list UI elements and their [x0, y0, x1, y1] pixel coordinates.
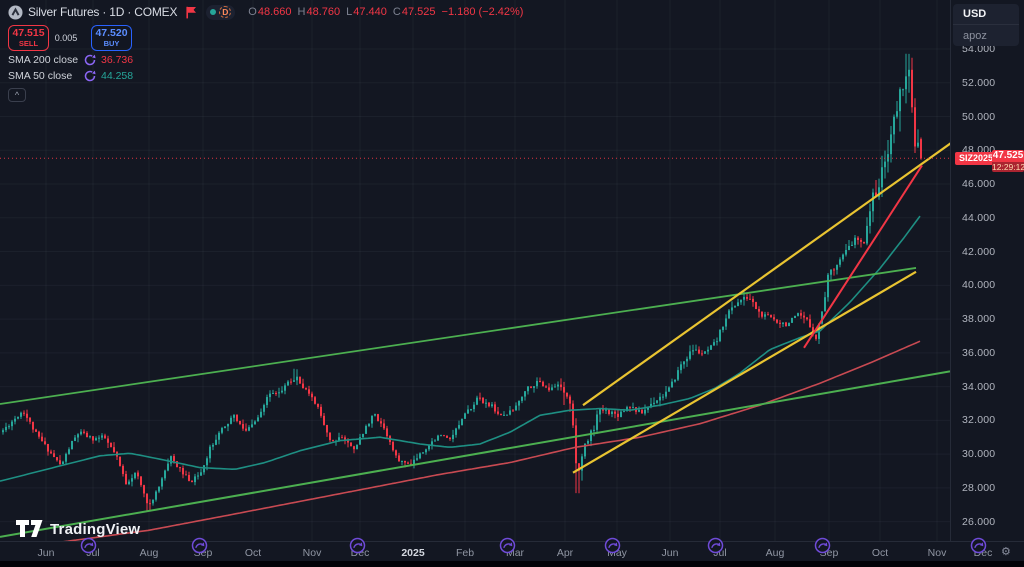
upper-green-channel — [0, 268, 916, 404]
price-axis-label: 26.000 — [962, 516, 995, 528]
market-status-dot — [210, 9, 216, 15]
price-axis-label: 38.000 — [962, 313, 995, 325]
close-value: 47.525 — [402, 6, 436, 18]
contract-rollover-icon[interactable] — [499, 537, 516, 554]
contract-rollover-icon[interactable] — [814, 537, 831, 554]
change-value: −1.180 (−2.42%) — [442, 6, 524, 18]
high-label: H — [298, 6, 306, 18]
bottom-bar — [0, 561, 1024, 567]
axis-settings-gear-icon[interactable]: ⚙ — [1001, 545, 1011, 558]
time-axis-label: Jun — [662, 547, 679, 559]
sma50-label: SMA 50 close — [8, 70, 82, 82]
sell-label: SELL — [19, 39, 38, 48]
unit-apoz[interactable]: apoz — [953, 25, 1019, 46]
sma200-value: 36.736 — [101, 54, 133, 66]
collapse-legend-button[interactable]: ^ — [8, 88, 26, 102]
time-axis-label: Apr — [557, 547, 573, 559]
timeframe-pill[interactable]: D — [206, 5, 235, 20]
tradingview-logo[interactable]: TradingView — [16, 520, 140, 538]
price-axis-label: 40.000 — [962, 279, 995, 291]
price-axis-label: 36.000 — [962, 347, 995, 359]
chart-legend: Silver Futures · 1D · COMEX D O48.660 H4… — [8, 4, 523, 102]
price-axis-label: 34.000 — [962, 381, 995, 393]
price-axis-label: 32.000 — [962, 414, 995, 426]
buy-price: 47.520 — [95, 28, 127, 39]
red-steep-trendline — [804, 165, 922, 347]
timeframe-badge[interactable]: D — [219, 6, 231, 18]
exchange-logo-icon — [8, 5, 23, 20]
open-value: 48.660 — [258, 6, 292, 18]
sell-button[interactable]: 47.515 SELL — [8, 25, 49, 51]
close-label: C — [393, 6, 401, 18]
contract-label: SIZ2025 — [955, 152, 997, 165]
time-axis-label: Oct — [245, 547, 261, 559]
sma50-value: 44.258 — [101, 70, 133, 82]
flag-icon[interactable] — [186, 6, 197, 19]
last-price-tag: 47.525 12:29:12 — [992, 150, 1024, 172]
time-axis-label: Oct — [872, 547, 888, 559]
price-axis-label: 44.000 — [962, 212, 995, 224]
indicator-loading-icon — [84, 54, 96, 66]
high-value: 48.760 — [306, 6, 340, 18]
sell-price: 47.515 — [12, 28, 44, 39]
price-axis[interactable]: 26.000 28.000 30.000 32.000 34.000 36.000 38.0… — [950, 0, 1024, 541]
unit-usd[interactable]: USD — [953, 4, 1019, 25]
price-axis-label: 46.000 — [962, 178, 995, 190]
upper-yellow-channel — [583, 140, 950, 405]
time-axis-label: Feb — [456, 547, 474, 559]
indicator-row-sma50[interactable]: SMA 50 close 44.258 — [8, 69, 523, 83]
price-axis-label: 28.000 — [962, 482, 995, 494]
spread-value: 0.005 — [49, 33, 83, 43]
low-label: L — [346, 6, 352, 18]
time-axis-label: Nov — [928, 547, 947, 559]
last-price-value: 47.525 — [992, 150, 1024, 162]
tradingview-logo-text: TradingView — [50, 521, 140, 538]
contract-rollover-icon[interactable] — [970, 537, 987, 554]
ohlc-readout: O48.660 H48.760 L47.440 C47.525 −1.180 (… — [242, 6, 523, 18]
contract-rollover-icon[interactable] — [349, 537, 366, 554]
symbol-title[interactable]: Silver Futures · 1D · COMEX — [28, 5, 177, 19]
buy-label: BUY — [104, 39, 120, 48]
time-axis-label: Aug — [766, 547, 785, 559]
low-value: 47.440 — [353, 6, 387, 18]
price-unit-selector[interactable]: USD apoz — [953, 4, 1019, 46]
contract-rollover-icon[interactable] — [707, 537, 724, 554]
tradingview-logo-icon — [16, 520, 43, 538]
open-label: O — [248, 6, 257, 18]
indicator-row-sma200[interactable]: SMA 200 close 36.736 — [8, 53, 523, 67]
contract-rollover-icon[interactable] — [80, 537, 97, 554]
order-panel: 47.515 SELL 0.005 47.520 BUY — [8, 25, 523, 51]
price-axis-label: 50.000 — [962, 111, 995, 123]
bar-countdown: 12:29:12 — [992, 162, 1024, 172]
price-axis-label: 52.000 — [962, 77, 995, 89]
contract-rollover-icon[interactable] — [191, 537, 208, 554]
buy-button[interactable]: 47.520 BUY — [91, 25, 132, 51]
symbol-header-row: Silver Futures · 1D · COMEX D O48.660 H4… — [8, 4, 523, 20]
sma200-label: SMA 200 close — [8, 54, 82, 66]
time-axis-label: Nov — [303, 547, 322, 559]
indicator-loading-icon — [84, 70, 96, 82]
price-axis-label: 30.000 — [962, 448, 995, 460]
price-axis-label: 42.000 — [962, 246, 995, 258]
time-axis-label: Jun — [38, 547, 55, 559]
time-axis-label: Aug — [140, 547, 159, 559]
time-axis-label: 2025 — [401, 547, 424, 559]
contract-rollover-icon[interactable] — [604, 537, 621, 554]
tradingview-chart-app: 26.000 28.000 30.000 32.000 34.000 36.000 38.0… — [0, 0, 1024, 567]
